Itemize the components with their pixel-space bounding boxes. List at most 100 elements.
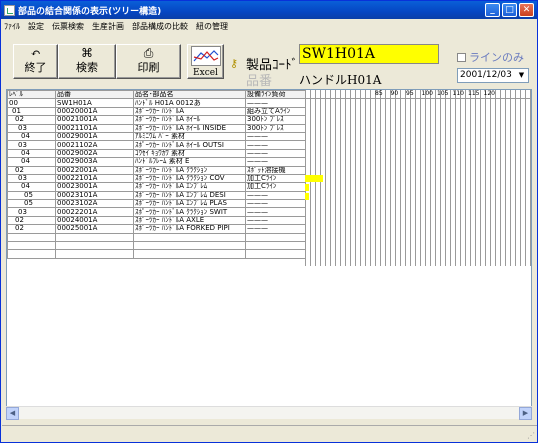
table-row[interactable]: 05 00023102A ｽﾎﾟｰﾂｶｰ ﾊﾝﾄﾞﾙA ｴﾝﾌﾞﾚﾑ PLAS ———: [7, 199, 306, 209]
timeline-column: [440, 90, 441, 266]
table-row[interactable]: 04 00023001A ｽﾎﾟｰﾂｶｰ ﾊﾝﾄﾞﾙA ｴﾝﾌﾞﾚﾑ 加工Cﾗｲﾝ: [7, 182, 306, 192]
table-row[interactable]: 04 00029002A ｺｳｾｲ ｷｮｳｶﾜ 素材 ———: [7, 148, 306, 159]
date-dropdown[interactable]: 2001/12/03 ▼: [457, 68, 529, 83]
cell-part-no: 00022101A: [55, 173, 134, 184]
table-row[interactable]: 05 00023101A ｽﾎﾟｰﾂｶｰ ﾊﾝﾄﾞﾙA ｴﾝﾌﾞﾚﾑ DESI ———: [7, 190, 306, 201]
cell-level: 04: [7, 148, 56, 159]
exit-label: 終了: [24, 61, 47, 74]
binoculars-icon: ⌘: [81, 46, 93, 60]
line-only-checkbox[interactable]: ラインのみ: [457, 49, 524, 65]
search-button[interactable]: ⌘ 検索: [58, 44, 116, 79]
table-row[interactable]: 00 SW1H01A ﾊﾝﾄﾞﾙ H01A 0012あ ———: [7, 98, 306, 108]
excel-button[interactable]: Excel: [187, 44, 224, 79]
table-row[interactable]: 02 00022001A ｽﾎﾟｰﾂｶｰ ﾊﾝﾄﾞﾙA ｸﾗｸｼｮﾝ ｽﾎﾟｯﾄ溶接機: [7, 165, 306, 175]
product-name-label: 品番: [246, 74, 273, 89]
table-row[interactable]: 02 00025001A ｽﾎﾟｰﾂｶｰ ﾊﾝﾄﾞﾙA FORKED PIPI ———: [7, 224, 306, 234]
maximize-button[interactable]: □: [502, 3, 517, 17]
empty-row: [7, 241, 306, 251]
cell-part-no: 00023001A: [55, 182, 134, 192]
resize-grip-icon[interactable]: ⋰: [527, 431, 535, 440]
close-button[interactable]: ✕: [519, 3, 534, 17]
menu-file[interactable]: ﾌｧｲﾙ: [4, 21, 20, 32]
cell-part-name: ｽﾎﾟｰﾂｶｰ ﾊﾝﾄﾞﾙA ｴﾝﾌﾞﾚﾑ DESI: [133, 190, 246, 201]
empty-cell: [245, 232, 306, 243]
empty-cell: [55, 241, 134, 251]
cell-part-no: 00021102A: [55, 140, 134, 150]
cell-part-name: ｽﾎﾟｰﾂｶｰ ﾊﾝﾄﾞﾙA AXLE: [133, 215, 246, 226]
main-window: 部品の結合関係の表示(ツリー構造) _ □ ✕ ﾌｧｲﾙ 設定 伝票検索 生産計…: [0, 0, 538, 443]
empty-cell: [133, 241, 246, 251]
column-header-line-load[interactable]: 設備ﾗｲﾝ負荷: [245, 90, 306, 100]
cell-part-name: ｽﾎﾟｰﾂｶｰ ﾊﾝﾄﾞﾙA FORKED PIPI: [133, 224, 246, 234]
menu-slip-search[interactable]: 伝票検索: [52, 21, 84, 32]
checkbox-box[interactable]: [457, 52, 466, 62]
menu-settings[interactable]: 設定: [28, 21, 44, 32]
cell-part-no: 00023102A: [55, 199, 134, 209]
menu-link-management[interactable]: 紐の管理: [196, 21, 228, 32]
horizontal-scrollbar[interactable]: ◀ ▶: [6, 406, 532, 420]
timeline-column: [465, 90, 466, 266]
cell-part-name: ｽﾎﾟｰﾂｶｰ ﾊﾝﾄﾞﾙA ｴﾝﾌﾞﾚﾑ PLAS: [133, 199, 246, 209]
load-timeline: 85 90 95 100 105 110 115 120: [305, 90, 531, 266]
dropdown-arrow-icon[interactable]: ▼: [516, 70, 527, 81]
table-row[interactable]: 03 00021101A ｽﾎﾟｰﾂｶｰ ﾊﾝﾄﾞﾙA ﾎｲｰﾙ INSIDE 300…: [7, 123, 306, 133]
timeline-column: [375, 90, 376, 266]
key-icon[interactable]: ⚷: [228, 58, 240, 70]
table-row[interactable]: 03 00021102A ｽﾎﾟｰﾂｶｰ ﾊﾝﾄﾞﾙA ﾎｲｰﾙ OUTSI ———: [7, 140, 306, 150]
cell-part-no: 00025001A: [55, 224, 134, 234]
empty-cell: [133, 249, 246, 259]
timeline-column: [405, 90, 406, 266]
search-label: 検索: [76, 61, 98, 74]
cell-level: 02: [7, 224, 56, 234]
minimize-button[interactable]: _: [485, 3, 500, 17]
timeline-column: [365, 90, 366, 266]
exit-button[interactable]: ↶ 終了: [13, 44, 58, 79]
cell-line-load: ———: [245, 215, 306, 226]
product-code-field[interactable]: SW1H01A: [299, 44, 439, 64]
cell-part-no: 00023101A: [55, 190, 134, 201]
scroll-right-icon[interactable]: ▶: [519, 407, 532, 420]
cell-line-load: ———: [245, 148, 306, 159]
cell-part-name: ｽﾎﾟｰﾂｶｰ ﾊﾝﾄﾞﾙA: [133, 106, 246, 117]
menu-compare-bom[interactable]: 部品構成の比較: [132, 21, 188, 32]
column-header-part-no[interactable]: 品番: [55, 90, 134, 100]
table-row[interactable]: 02 00021001A ｽﾎﾟｰﾂｶｰ ﾊﾝﾄﾞﾙA ﾎｲｰﾙ 300ﾄﾝ ﾌﾟﾚｽ: [7, 115, 306, 125]
table-row[interactable]: 04 00029003A ﾊﾝﾄﾞﾙﾌﾚｰﾑ 素材 E ———: [7, 157, 306, 167]
cell-line-load: 加工Cﾗｲﾝ: [245, 182, 306, 192]
timeline-column: [485, 90, 486, 266]
table-row[interactable]: 03 00022201A ｽﾎﾟｰﾂｶｰ ﾊﾝﾄﾞﾙA ｸﾗｸｼｮﾝ SWIT ———: [7, 207, 306, 217]
load-bar: [305, 184, 309, 191]
cell-line-load: ———: [245, 98, 306, 108]
timeline-column: [475, 90, 476, 266]
timeline-column: [370, 90, 371, 266]
empty-cell: [55, 232, 134, 243]
table-row[interactable]: 01 00020001A ｽﾎﾟｰﾂｶｰ ﾊﾝﾄﾞﾙA 組み立てAﾗｲﾝ: [7, 106, 306, 117]
timeline-column: [410, 90, 411, 266]
table-row[interactable]: 03 00022101A ｽﾎﾟｰﾂｶｰ ﾊﾝﾄﾞﾙA ｸﾗｸｼｮﾝ COV 加工Cﾗ…: [7, 173, 306, 184]
cell-line-load: ｽﾎﾟｯﾄ溶接機: [245, 165, 306, 175]
timeline-label: 120: [483, 90, 495, 97]
column-header-level[interactable]: ﾚﾍﾞﾙ: [7, 90, 56, 100]
cell-part-name: ﾊﾝﾄﾞﾙ H01A 0012あ: [133, 98, 246, 108]
timeline-column: [330, 90, 331, 266]
cell-part-no: 00029001A: [55, 131, 134, 142]
timeline-column: [460, 90, 461, 266]
timeline-column: [500, 90, 501, 266]
cell-level: 01: [7, 106, 56, 117]
timeline-column: [490, 90, 491, 266]
cell-part-name: ｽﾎﾟｰﾂｶｰ ﾊﾝﾄﾞﾙA ｴﾝﾌﾞﾚﾑ: [133, 182, 246, 192]
table-row[interactable]: 02 00024001A ｽﾎﾟｰﾂｶｰ ﾊﾝﾄﾞﾙA AXLE ———: [7, 215, 306, 226]
scroll-left-icon[interactable]: ◀: [6, 407, 19, 420]
column-header-part-name[interactable]: 品名･部品名: [133, 90, 246, 100]
print-button[interactable]: ⎙ 印刷: [116, 44, 181, 79]
timeline-column: [510, 90, 511, 266]
menu-production-plan[interactable]: 生産計画: [92, 21, 124, 32]
load-bar: [305, 174, 323, 182]
bom-tree-grid[interactable]: ﾚﾍﾞﾙ 品番 品名･部品名 設備ﾗｲﾝ負荷 00 SW1H01A ﾊﾝﾄﾞﾙ H0…: [6, 89, 532, 419]
cell-part-name: ｽﾎﾟｰﾂｶｰ ﾊﾝﾄﾞﾙA ﾎｲｰﾙ INSIDE: [133, 123, 246, 133]
table-row[interactable]: 04 00029001A ｱﾙﾐﾆｳﾑ ﾊﾞｰ 素材 ———: [7, 131, 306, 142]
excel-label: Excel: [193, 68, 218, 78]
timeline-column: [480, 90, 481, 266]
timeline-column: [360, 90, 361, 266]
timeline-column: [390, 90, 391, 266]
